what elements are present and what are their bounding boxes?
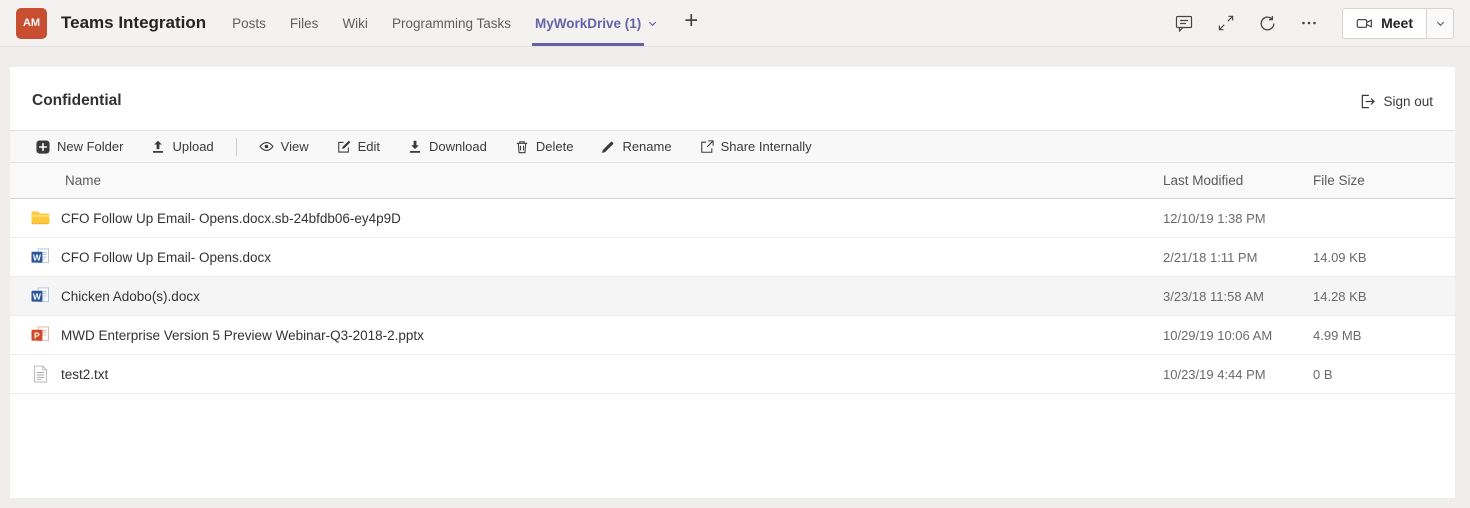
word-file-icon: W <box>30 248 50 266</box>
column-header-file-size[interactable]: File Size <box>1313 173 1455 188</box>
file-size: 0 B <box>1313 367 1455 382</box>
toolbar-divider <box>236 138 237 156</box>
tab-label: Wiki <box>342 16 368 31</box>
file-list: CFO Follow Up Email- Opens.docx.sb-24bfd… <box>10 199 1455 394</box>
column-header-last-modified[interactable]: Last Modified <box>1163 173 1313 188</box>
file-name-cell: test2.txt <box>10 365 1163 383</box>
sign-out-icon <box>1360 94 1375 109</box>
toolbar-button-label: Delete <box>536 139 574 154</box>
sign-out-label: Sign out <box>1383 94 1433 109</box>
text-file-icon <box>30 365 50 383</box>
current-folder-title: Confidential <box>32 92 122 110</box>
meet-button-label: Meet <box>1381 15 1413 31</box>
toolbar-button-label: Upload <box>172 139 213 154</box>
tab-posts[interactable]: Posts <box>220 0 278 46</box>
svg-text:P: P <box>34 330 40 340</box>
toolbar-button-label: New Folder <box>57 139 123 154</box>
column-header-name[interactable]: Name <box>10 173 1163 188</box>
toolbar-button-label: Download <box>429 139 487 154</box>
svg-text:W: W <box>32 291 41 301</box>
file-name-cell: CFO Follow Up Email- Opens.docx.sb-24bfd… <box>10 210 1163 226</box>
myworkdrive-panel: Confidential Sign out New Folder Upload Vi… <box>10 67 1455 498</box>
camera-icon <box>1356 15 1373 32</box>
channel-title: Teams Integration <box>61 13 206 33</box>
topbar-actions: Meet <box>1175 8 1454 39</box>
expand-icon[interactable] <box>1218 15 1234 31</box>
refresh-icon[interactable] <box>1259 15 1276 32</box>
edit-icon <box>337 140 351 154</box>
conversation-icon[interactable] <box>1175 14 1193 32</box>
avatar: AM <box>16 8 47 39</box>
toolbar-button-label: Share Internally <box>721 139 812 154</box>
file-name: CFO Follow Up Email- Opens.docx.sb-24bfd… <box>61 211 401 226</box>
tab-label: MyWorkDrive (1) <box>535 16 641 31</box>
delete-icon <box>515 140 529 154</box>
more-options-icon[interactable] <box>1301 15 1317 31</box>
file-name-cell: P MWD Enterprise Version 5 Preview Webina… <box>10 326 1163 344</box>
view-icon <box>259 139 274 154</box>
meet-split-button: Meet <box>1342 8 1454 39</box>
meet-dropdown-button[interactable] <box>1426 9 1453 38</box>
file-last-modified: 10/29/19 10:06 AM <box>1163 328 1313 343</box>
share-icon <box>700 140 714 154</box>
toolbar-button-label: View <box>281 139 309 154</box>
file-last-modified: 2/21/18 1:11 PM <box>1163 250 1313 265</box>
download-button[interactable]: Download <box>399 131 496 162</box>
download-icon <box>408 140 422 154</box>
file-last-modified: 3/23/18 11:58 AM <box>1163 289 1313 304</box>
new-folder-button[interactable]: New Folder <box>27 131 132 162</box>
new-folder-icon <box>36 140 50 154</box>
rename-button[interactable]: Rename <box>592 131 680 162</box>
rename-icon <box>601 140 615 154</box>
tab-programming-tasks[interactable]: Programming Tasks <box>380 0 523 46</box>
file-row[interactable]: W Chicken Adobo(s).docx 3/23/18 11:58 AM14… <box>10 277 1455 316</box>
powerpoint-file-icon: P <box>30 326 50 344</box>
delete-button[interactable]: Delete <box>506 131 583 162</box>
file-name-cell: W Chicken Adobo(s).docx <box>10 287 1163 305</box>
tab-label: Files <box>290 16 319 31</box>
upload-icon <box>151 140 165 154</box>
file-size: 14.09 KB <box>1313 250 1455 265</box>
table-header: Name Last Modified File Size <box>10 163 1455 199</box>
file-row[interactable]: CFO Follow Up Email- Opens.docx.sb-24bfd… <box>10 199 1455 238</box>
tab-files[interactable]: Files <box>278 0 331 46</box>
edit-button[interactable]: Edit <box>328 131 389 162</box>
upload-button[interactable]: Upload <box>142 131 222 162</box>
meet-button[interactable]: Meet <box>1343 9 1426 38</box>
add-tab-button[interactable]: + <box>678 9 704 37</box>
sign-out-button[interactable]: Sign out <box>1360 94 1433 109</box>
chevron-down-icon <box>1435 18 1446 29</box>
file-size: 4.99 MB <box>1313 328 1455 343</box>
chevron-down-icon <box>647 18 658 29</box>
view-button[interactable]: View <box>250 131 318 162</box>
file-name: MWD Enterprise Version 5 Preview Webinar… <box>61 328 424 343</box>
file-row[interactable]: P MWD Enterprise Version 5 Preview Webina… <box>10 316 1455 355</box>
tab-bar: Posts Files Wiki Programming Tasks MyWorkDri… <box>220 0 670 46</box>
svg-text:W: W <box>32 252 41 262</box>
toolbar-button-label: Edit <box>358 139 380 154</box>
tab-wiki[interactable]: Wiki <box>330 0 380 46</box>
word-file-icon: W <box>30 287 50 305</box>
tab-myworkdrive-1[interactable]: MyWorkDrive (1) <box>523 0 670 46</box>
folder-icon <box>30 210 50 226</box>
file-last-modified: 12/10/19 1:38 PM <box>1163 211 1313 226</box>
teams-topbar: AM Teams Integration Posts Files Wiki Progr… <box>0 0 1470 47</box>
tab-label: Programming Tasks <box>392 16 511 31</box>
file-size: 14.28 KB <box>1313 289 1455 304</box>
file-name: Chicken Adobo(s).docx <box>61 289 200 304</box>
tab-label: Posts <box>232 16 266 31</box>
file-row[interactable]: test2.txt 10/23/19 4:44 PM0 B <box>10 355 1455 394</box>
panel-header: Confidential Sign out <box>10 67 1455 130</box>
file-name: CFO Follow Up Email- Opens.docx <box>61 250 271 265</box>
file-toolbar: New Folder Upload View Edit Download Delete Re… <box>10 130 1455 163</box>
file-name: test2.txt <box>61 367 108 382</box>
share-internally-button[interactable]: Share Internally <box>691 131 821 162</box>
file-row[interactable]: W CFO Follow Up Email- Opens.docx 2/21/18 … <box>10 238 1455 277</box>
file-name-cell: W CFO Follow Up Email- Opens.docx <box>10 248 1163 266</box>
file-last-modified: 10/23/19 4:44 PM <box>1163 367 1313 382</box>
toolbar-button-label: Rename <box>622 139 671 154</box>
